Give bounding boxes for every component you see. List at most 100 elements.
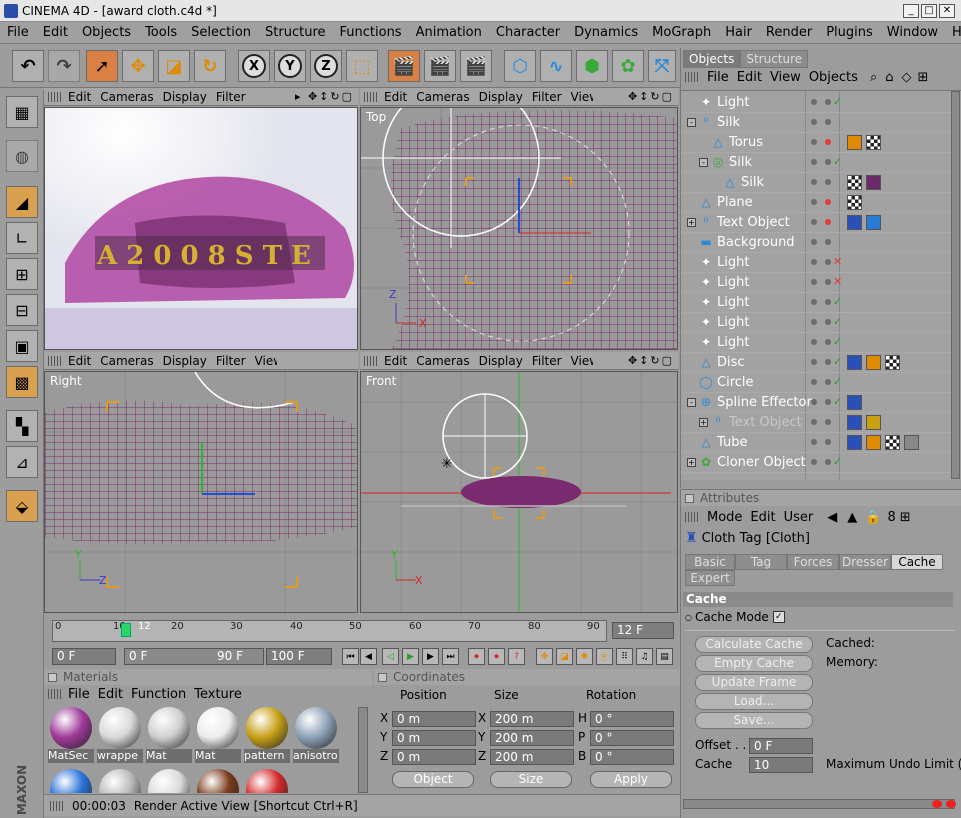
editor-visibility-dot[interactable] xyxy=(811,139,817,145)
object-row[interactable]: △ Plane xyxy=(683,193,953,213)
object-row[interactable]: - ⁰ Silk xyxy=(683,113,953,133)
render-visibility-dot[interactable] xyxy=(825,379,831,385)
search-icon[interactable]: ⌕ xyxy=(866,70,881,85)
expand-toggle-icon[interactable]: - xyxy=(687,118,696,127)
viewport-nav-icons[interactable]: ▸ ✥↕↻▢ xyxy=(295,90,354,103)
editor-visibility-dot[interactable] xyxy=(811,159,817,165)
object-row[interactable]: ✦ Light ✓ xyxy=(683,313,953,333)
object-row[interactable]: ◯ Circle ✓ xyxy=(683,373,953,393)
editor-visibility-dot[interactable] xyxy=(811,339,817,345)
vp-menu-filter[interactable]: Filter xyxy=(216,90,255,104)
object-row[interactable]: ✦ Light ✓ xyxy=(683,333,953,353)
vp-menu-edit[interactable]: Edit xyxy=(384,354,416,368)
enabled-check-icon[interactable]: ✓ xyxy=(833,335,842,348)
render-view-button[interactable]: 🎬 xyxy=(388,50,420,82)
object-row[interactable]: ▬ Background xyxy=(683,233,953,253)
material-swatch[interactable] xyxy=(48,769,94,793)
position-field[interactable]: 0 m xyxy=(392,749,476,765)
render-visibility-dot[interactable] xyxy=(825,119,831,125)
menu-help[interactable]: Help xyxy=(945,25,961,40)
redo-button[interactable]: ↷ xyxy=(48,50,80,82)
editor-visibility-dot[interactable] xyxy=(811,359,817,365)
size-mode-dropdown[interactable]: Size xyxy=(490,771,572,788)
viewport-top[interactable]: Top Z X xyxy=(360,107,678,350)
editor-visibility-dot[interactable] xyxy=(811,319,817,325)
spline-button[interactable]: ∿ xyxy=(540,50,572,82)
go-to-start-button[interactable]: ⏮ xyxy=(342,648,359,665)
expand-toggle-icon[interactable]: + xyxy=(687,218,696,227)
material-swatch[interactable] xyxy=(244,769,290,793)
render-visibility-dot[interactable] xyxy=(825,459,831,465)
vp-menu-filter[interactable]: Filter xyxy=(532,90,571,104)
deformer-button[interactable]: ⤧ xyxy=(648,50,676,82)
menu-dynamics[interactable]: Dynamics xyxy=(567,25,645,40)
object-tag-icon[interactable] xyxy=(847,435,862,450)
rotation-field[interactable]: 0 ° xyxy=(590,711,674,727)
play-button[interactable]: ▶ xyxy=(402,648,419,665)
object-row[interactable]: + ⁰ Text Object xyxy=(683,213,953,233)
menu-tools[interactable]: Tools xyxy=(138,25,184,40)
key-position-button[interactable]: ✥ xyxy=(536,648,553,665)
offset-field[interactable]: 0 F xyxy=(749,738,813,754)
vp-menu-filter[interactable]: Filter xyxy=(216,354,255,368)
expand-toggle-icon[interactable]: - xyxy=(687,398,696,407)
sound-button[interactable]: ♫ xyxy=(636,648,653,665)
tab-structure[interactable]: Structure xyxy=(740,50,809,68)
attr-menu-user[interactable]: User xyxy=(784,510,822,525)
empty-cache-button[interactable]: Empty Cache xyxy=(695,655,813,672)
menu-structure[interactable]: Structure xyxy=(258,25,332,40)
size-field[interactable]: 200 m xyxy=(490,711,574,727)
viewport-right[interactable]: Right Y Z xyxy=(44,371,358,613)
vp-menu-display[interactable]: Display xyxy=(479,90,532,104)
workplane-button[interactable]: ⊿ xyxy=(6,446,38,478)
material-swatch[interactable]: MatSec xyxy=(48,707,94,765)
editor-visibility-dot[interactable] xyxy=(811,439,817,445)
render-visibility-dot[interactable] xyxy=(825,239,831,245)
enabled-check-icon[interactable]: ✓ xyxy=(833,155,842,168)
materials-scrollbar[interactable] xyxy=(358,707,368,793)
move-button[interactable]: ✥ xyxy=(122,50,154,82)
link-icon[interactable]: 8 xyxy=(885,510,897,525)
object-tag-icon[interactable] xyxy=(847,195,862,210)
object-tag-icon[interactable] xyxy=(885,435,900,450)
viewport-nav-icons[interactable]: ✥↕↻▢ xyxy=(628,354,674,367)
menu-file[interactable]: File xyxy=(0,25,36,40)
model-tool-button[interactable]: ◢ xyxy=(6,186,38,218)
material-swatch[interactable] xyxy=(146,769,192,793)
attr-tab-dresser[interactable]: Dresser xyxy=(839,554,891,570)
object-tag-icon[interactable] xyxy=(866,355,881,370)
size-field[interactable]: 200 m xyxy=(490,749,574,765)
render-visibility-dot[interactable] xyxy=(825,319,831,325)
timeline-playhead[interactable] xyxy=(121,623,131,637)
render-visibility-dot[interactable] xyxy=(825,299,831,305)
save-button[interactable]: Save... xyxy=(695,712,813,729)
material-swatch[interactable]: Mat xyxy=(146,707,192,765)
previous-frame-button[interactable]: ◀ xyxy=(360,648,377,665)
render-visibility-dot[interactable] xyxy=(825,199,831,205)
enabled-check-icon[interactable]: ✓ xyxy=(833,315,842,328)
object-row[interactable]: △ Tube xyxy=(683,433,953,453)
menu-window[interactable]: Window xyxy=(880,25,945,40)
keyframe-selection-button[interactable]: ? xyxy=(508,648,525,665)
vp-menu-display[interactable]: Display xyxy=(163,354,216,368)
editor-visibility-dot[interactable] xyxy=(811,219,817,225)
lock-icon[interactable]: 🔒 xyxy=(861,510,885,525)
panel-toggle[interactable] xyxy=(685,493,694,503)
timeline-ruler[interactable]: 0 10 12 20 30 40 50 60 70 80 90 xyxy=(52,620,607,642)
position-field[interactable]: 0 m xyxy=(392,730,476,746)
viewport-nav-icons[interactable]: ✥↕↻▢ xyxy=(628,90,674,103)
attr-tab-expert[interactable]: Expert xyxy=(685,570,735,586)
object-row[interactable]: - ⊕ Spline Effector ✓ xyxy=(683,393,953,413)
render-picture-viewer-button[interactable]: 🎬 xyxy=(424,50,456,82)
autokey-button[interactable]: ⏺ xyxy=(488,648,505,665)
menu-functions[interactable]: Functions xyxy=(333,25,409,40)
object-tag-icon[interactable] xyxy=(847,395,862,410)
object-axis-button[interactable]: ∟ xyxy=(6,222,38,254)
vp-menu-display[interactable]: Display xyxy=(163,90,216,104)
scale-button[interactable]: ◪ xyxy=(158,50,190,82)
play-backward-button[interactable]: ◁ xyxy=(382,648,399,665)
vp-menu-view[interactable]: View xyxy=(571,354,593,368)
editor-visibility-dot[interactable] xyxy=(811,259,817,265)
enabled-check-icon[interactable]: ✓ xyxy=(833,95,842,108)
attr-tab-tag[interactable]: Tag xyxy=(735,554,787,570)
